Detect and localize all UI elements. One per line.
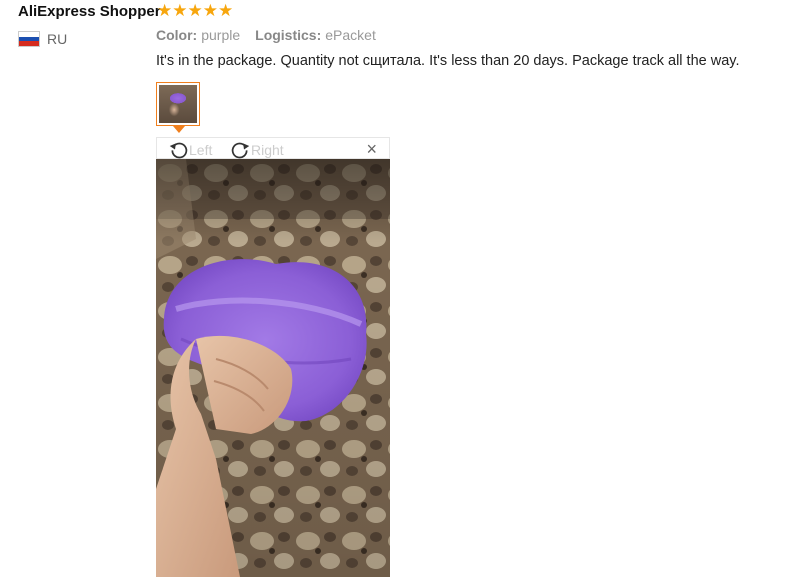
star-icon: ★: [218, 1, 234, 20]
review-author: AliExpress Shopper: [18, 3, 161, 20]
rotate-right-label: Right: [251, 141, 284, 158]
review-photo-thumbnail[interactable]: [156, 82, 200, 126]
color-attribute: Color: purple: [156, 27, 240, 43]
logistics-value: ePacket: [325, 27, 376, 43]
rotate-right-button[interactable]: Right: [230, 139, 284, 160]
logistics-label: Logistics:: [255, 27, 322, 43]
thumbnail-image: [159, 85, 197, 123]
logistics-attribute: Logistics: ePacket: [255, 27, 376, 43]
rating-stars: ★ ★ ★ ★ ★: [157, 2, 233, 20]
image-viewer-toolbar: Left Right ×: [156, 137, 390, 159]
country-code: RU: [47, 31, 68, 47]
rotate-left-button[interactable]: Left: [168, 139, 212, 160]
product-attributes: Color: purple Logistics: ePacket: [156, 27, 391, 43]
close-viewer-button[interactable]: ×: [366, 138, 377, 160]
rotate-left-icon: [169, 142, 188, 159]
review-photo-large: [156, 159, 390, 577]
star-icon: ★: [187, 1, 203, 20]
rotate-right-icon: [231, 142, 250, 159]
review-photo-image: [156, 159, 390, 577]
star-icon: ★: [157, 1, 173, 20]
review-text: It's in the package. Quantity not сщитал…: [156, 53, 740, 69]
country-info: RU: [18, 31, 67, 47]
thumbnail-selected-arrow-icon: [173, 126, 185, 133]
color-label: Color:: [156, 27, 198, 43]
russia-flag-icon: [18, 31, 40, 47]
star-icon: ★: [202, 1, 218, 20]
star-icon: ★: [172, 1, 188, 20]
rotate-left-label: Left: [189, 141, 213, 158]
color-value: purple: [201, 27, 241, 43]
